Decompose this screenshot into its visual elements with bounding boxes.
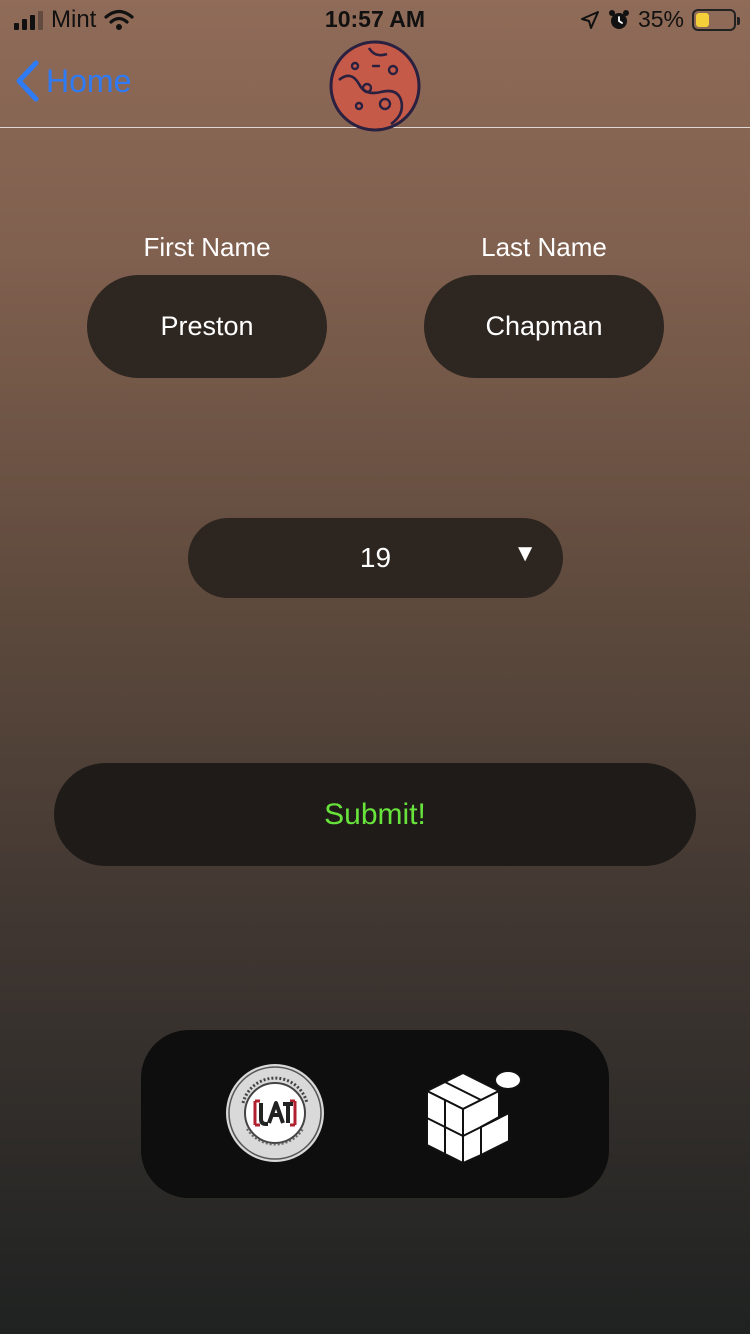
status-right: 35% xyxy=(580,6,740,33)
submit-label: Submit! xyxy=(324,797,426,831)
last-name-value: Chapman xyxy=(485,311,603,341)
logo-panel xyxy=(141,1030,609,1198)
status-bar: Mint 10:57 AM 35% xyxy=(0,0,750,40)
alarm-icon xyxy=(608,9,629,29)
battery-icon xyxy=(692,8,740,31)
first-name-label: First Name xyxy=(143,232,271,262)
last-name-field[interactable]: Chapman xyxy=(424,275,664,378)
nav-bar: Home xyxy=(0,40,750,132)
age-dropdown-value: 19 xyxy=(359,542,392,573)
back-button[interactable]: Home xyxy=(14,60,131,102)
chevron-left-icon xyxy=(16,60,39,102)
back-label: Home xyxy=(46,62,132,99)
age-dropdown[interactable]: 19 ▼ xyxy=(188,518,563,598)
uat-logo xyxy=(226,1064,324,1162)
submit-button[interactable]: Submit! xyxy=(54,763,696,866)
location-icon xyxy=(580,10,599,29)
battery-level xyxy=(696,12,709,27)
dropdown-arrow-icon: ▼ xyxy=(513,540,537,567)
last-name-label: Last Name xyxy=(481,232,607,262)
battery-percent: 35% xyxy=(637,6,684,32)
cube-logo-icon xyxy=(424,1070,522,1165)
first-name-field[interactable]: Preston xyxy=(87,275,327,378)
planet-logo-icon xyxy=(329,40,421,132)
first-name-value: Preston xyxy=(160,311,254,341)
